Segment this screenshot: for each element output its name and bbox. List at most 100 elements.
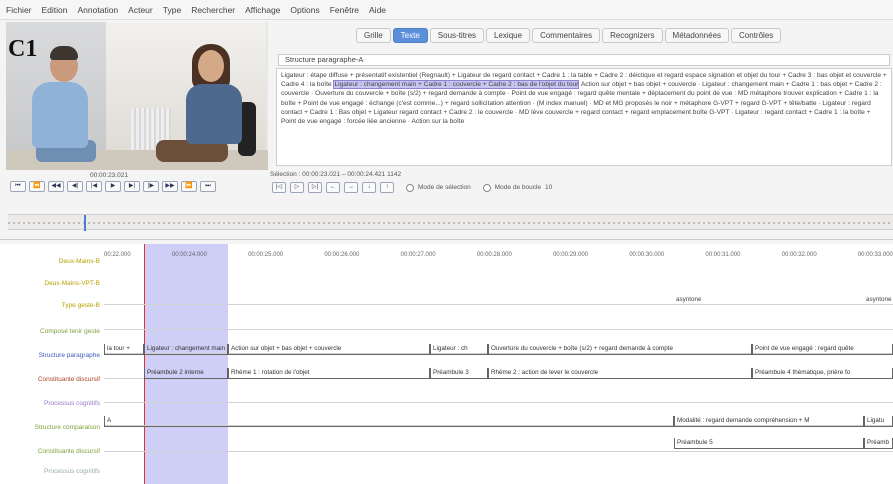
menu-acteur[interactable]: Acteur [128,5,153,15]
overview-ticks [8,222,893,224]
annotation-structure-paragraphe[interactable]: Ligateur : ch [430,344,488,355]
video-person-right [186,84,242,144]
selection-start-button[interactable]: |◁ [272,182,286,193]
tick-label: 00:00:28.000 [476,252,512,258]
type-geste-annotation[interactable]: asyntone [676,296,702,303]
selection-band [144,244,228,484]
timeline-divider [0,232,893,240]
tier-label-constituante-2[interactable]: Constituante discursif [4,448,100,455]
next-frame-button[interactable]: ⏩ [181,181,197,192]
overview-cursor[interactable] [84,215,86,231]
timeline-overview[interactable] [8,214,893,231]
menu-rechercher[interactable]: Rechercher [191,5,235,15]
tab-metadonnees[interactable]: Métadonnées [664,28,730,43]
tier-separator [104,451,893,452]
menu-fenetre[interactable]: Fenêtre [330,5,359,15]
annotation-structure-paragraphe[interactable]: la tour + [104,344,144,355]
tier-label-comparaison[interactable]: Structure comparaison [4,424,100,431]
loop-mode-radio[interactable] [482,183,491,192]
tick-label: 00:22.000 [104,252,131,258]
tier-label-deux-mains[interactable]: Deux-Mains-B [4,258,100,265]
tier-select-dropdown[interactable]: Structure paragraphe-A [278,54,890,66]
type-geste-annotation[interactable]: asyntone [866,296,892,303]
annotation-structure-paragraphe[interactable]: Point de vue engagé : regard quête [752,344,893,355]
tier-separator [104,402,893,403]
media-timecode: 00:00:23.021 [90,172,128,179]
go-to-end-button[interactable]: ⏭ [200,181,216,192]
tier-label-processus-2[interactable]: Processus cognitifs [4,468,100,475]
tab-sous-titres[interactable]: Sous-titres [429,28,485,43]
selection-mode-radio[interactable] [406,183,414,192]
menu-options[interactable]: Options [290,5,319,15]
play-button[interactable]: ▶ [105,181,121,192]
back-second-button[interactable]: ◀| [67,181,83,192]
forward-second-button[interactable]: |▶ [143,181,159,192]
text-selected-annotation[interactable]: Ligateur : changement main + Cadre 1 : c… [333,80,580,90]
selection-controls: |◁ ▷ ▷| ← → ↓ ↑ Mode de sélection Mode d… [272,182,552,193]
tick-label: 00:00:24.000 [171,252,207,258]
previous-frame-button[interactable]: ⏪ [29,181,45,192]
annotation-constituant[interactable]: Rhème 1 : rotation de l'objet [228,368,430,379]
tick-label: 00:00:26.000 [324,252,360,258]
menu-type[interactable]: Type [163,5,181,15]
annotation-structure-paragraphe[interactable]: Action sur objet + bas objet + couvercle [228,344,430,355]
video-player[interactable]: C1 [6,22,268,170]
step-back-button[interactable]: ◀◀ [48,181,64,192]
tick-label: 00:00:27.000 [400,252,436,258]
tab-grille[interactable]: Grille [356,28,391,43]
menu-edition[interactable]: Edition [42,5,68,15]
annotation-constituant[interactable]: Préambule 4 thématique, prière fo [752,368,893,379]
shift-left-button[interactable]: ← [326,182,340,193]
tier-label-type-geste[interactable]: Type geste-B [4,302,100,309]
selection-info: Sélection : 00:00:23.021 – 00:00:24.421 … [270,171,402,178]
loop-value: 10 [545,184,553,191]
shift-right-button[interactable]: → [344,182,358,193]
step-forward-button[interactable]: ▶▶ [162,181,178,192]
annotation-constituant[interactable]: Préambule 3 [430,368,488,379]
tier-label-compose[interactable]: Composé tenir geste [4,328,100,335]
video-person-left-hair [50,46,78,60]
tab-lexique[interactable]: Lexique [486,28,531,43]
annotation-constituant-2[interactable]: Préambule 5 [674,438,864,449]
annotation-timeline[interactable]: 00:22.000 00:00:24.000 00:00:25.000 00:0… [0,244,893,484]
text-viewer[interactable]: Ligateur : étape diffuse + présentatif e… [276,68,892,166]
crosshair-line [144,244,145,484]
tab-texte[interactable]: Texte [392,28,428,43]
annotation-constituant[interactable]: Rhème 2 : action de lever le couvercle [488,368,752,379]
tier-label-deux-mains-vpt[interactable]: Deux-Mains-VPT-B [4,280,100,287]
selection-end-button[interactable]: ▷| [308,182,322,193]
annotation-structure-paragraphe[interactable]: Ouverture du couvercle + boîte (s/2) + r… [488,344,752,355]
down-button[interactable]: ↓ [362,182,376,193]
video-person-left [32,82,88,148]
tab-commentaires[interactable]: Commentaires [532,28,601,43]
video-label: C1 [8,36,38,62]
selection-play-button[interactable]: ▷ [290,182,304,193]
menu-annotation[interactable]: Annotation [78,5,119,15]
tick-label: 00:00:25.000 [248,252,284,258]
next-button[interactable]: ▶| [124,181,140,192]
loop-mode-label: Mode de boucle [494,184,542,191]
selection-mode-label: Mode de sélection [418,184,471,191]
annotation-structure-paragraphe[interactable]: Ligateur : changement main [144,344,228,355]
menu-aide[interactable]: Aide [369,5,386,15]
tab-controles[interactable]: Contrôles [731,28,782,43]
annotation-comparaison[interactable]: Modalité : regard demande compréhension … [674,416,864,427]
annotation-comparaison[interactable]: Ligatu [864,416,893,427]
tier-separator [104,304,893,305]
tab-recognizers[interactable]: Recognizers [602,28,663,43]
annotation-comparaison[interactable]: A [104,416,674,427]
tier-label-constituante[interactable]: Constituante discursif [4,376,100,383]
annotation-constituant-2[interactable]: Préamb [864,438,893,449]
up-button[interactable]: ↑ [380,182,394,193]
go-to-start-button[interactable]: ⏮ [10,181,26,192]
menu-fichier[interactable]: Fichier [6,5,32,15]
menu-affichage[interactable]: Affichage [245,5,280,15]
tier-label-processus[interactable]: Processus cognitifs [4,400,100,407]
annotation-constituant[interactable]: Préambule 2 interne [144,368,228,379]
menu-bar: Fichier Edition Annotation Acteur Type R… [0,0,893,20]
tier-label-structure-paragraphe[interactable]: Structure paragraphe [4,352,100,359]
video-person-right-head [198,50,224,82]
tick-label: 00:00:32.000 [781,252,817,258]
media-controls: ⏮ ⏪ ◀◀ ◀| |◀ ▶ ▶| |▶ ▶▶ ⏩ ⏭ [10,181,216,192]
previous-button[interactable]: |◀ [86,181,102,192]
